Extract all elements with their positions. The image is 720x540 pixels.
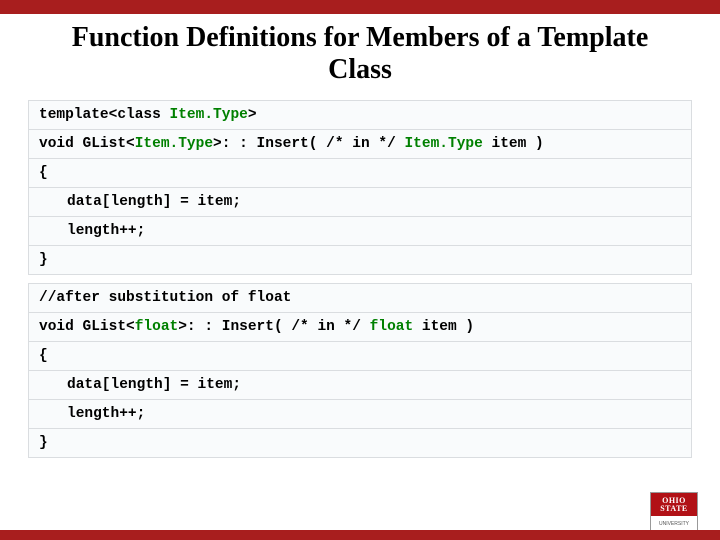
type-keyword: float (370, 319, 414, 335)
code-line: //after substitution of float (29, 284, 692, 313)
code-block-template: template<class Item.Type> void GList<Ite… (28, 100, 692, 275)
type-keyword: Item.Type (170, 107, 248, 123)
code-line: void GList<float>: : Insert( /* in */ fl… (29, 313, 692, 342)
code-line: data[length] = item; (29, 371, 692, 400)
code-line: { (29, 342, 692, 371)
code-line: } (29, 246, 692, 275)
code-block-float: //after substitution of float void GList… (28, 283, 692, 458)
code-line: void GList<Item.Type>: : Insert( /* in *… (29, 130, 692, 159)
type-keyword: Item.Type (404, 136, 482, 152)
code-line: data[length] = item; (29, 188, 692, 217)
code-line: length++; (29, 400, 692, 429)
slide-title: Function Definitions for Members of a Te… (0, 14, 720, 96)
code-line: } (29, 429, 692, 458)
type-keyword: Item.Type (135, 136, 213, 152)
code-line: { (29, 159, 692, 188)
logo-top-text: OHIO STATE (651, 493, 697, 516)
code-line: template<class Item.Type> (29, 101, 692, 130)
ohio-state-logo: OHIO STATE UNIVERSITY (650, 492, 698, 534)
top-red-band (0, 0, 720, 14)
type-keyword: float (135, 319, 179, 335)
code-line: length++; (29, 217, 692, 246)
bottom-red-band (0, 530, 720, 540)
